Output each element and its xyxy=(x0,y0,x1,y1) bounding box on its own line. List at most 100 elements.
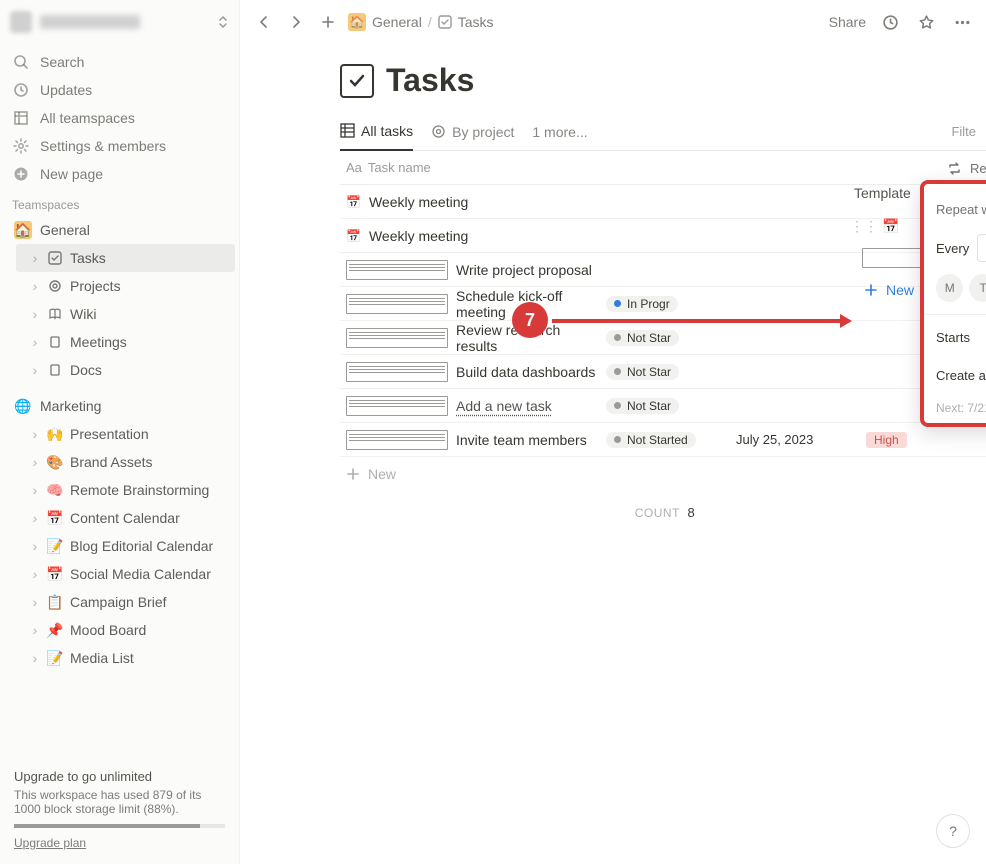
breadcrumb-general[interactable]: General xyxy=(372,14,422,30)
filter-button[interactable]: Filte xyxy=(951,124,976,139)
clock-icon[interactable] xyxy=(878,10,902,34)
upgrade-title: Upgrade to go unlimited xyxy=(14,769,225,784)
page-presentation[interactable]: › 🙌 Presentation xyxy=(16,420,235,448)
page-social_media[interactable]: › 📅 Social Media Calendar xyxy=(16,560,235,588)
help-button[interactable]: ? xyxy=(936,814,970,848)
chevron-right-icon: › xyxy=(26,537,44,555)
sidebar-item-settings[interactable]: Settings & members xyxy=(0,132,239,160)
table-row[interactable]: Add a new taskNot Star xyxy=(340,389,986,423)
status-pill[interactable]: Not Started xyxy=(606,432,696,448)
chevron-right-icon: › xyxy=(26,565,44,583)
task-name: Weekly meeting xyxy=(369,228,468,244)
teamspaces-heading: Teamspaces xyxy=(0,192,239,216)
tab-by-project[interactable]: By project xyxy=(431,113,514,151)
tab-more[interactable]: 1 more... xyxy=(532,113,587,151)
page-remote_brainstorming[interactable]: › 🧠 Remote Brainstorming xyxy=(16,476,235,504)
page-icon xyxy=(346,328,448,348)
page-blog_editorial[interactable]: › 📝 Blog Editorial Calendar xyxy=(16,532,235,560)
chevron-right-icon: › xyxy=(26,277,44,295)
task-name: Weekly meeting xyxy=(369,194,468,210)
tree-label: Mood Board xyxy=(70,622,146,638)
status-pill[interactable]: Not Star xyxy=(606,398,679,414)
page-title: Tasks xyxy=(386,62,474,99)
chevron-right-icon: › xyxy=(26,621,44,639)
workspace-switcher[interactable] xyxy=(0,0,239,44)
upgrade-plan-link[interactable]: Upgrade plan xyxy=(14,836,86,850)
more-icon[interactable] xyxy=(950,10,974,34)
page-content_calendar[interactable]: › 📅 Content Calendar xyxy=(16,504,235,532)
forward-button[interactable] xyxy=(284,10,308,34)
tree-label: Projects xyxy=(70,278,121,294)
page-brand_assets[interactable]: › 🎨 Brand Assets xyxy=(16,448,235,476)
weekday-1[interactable]: T xyxy=(969,274,986,302)
target-icon xyxy=(46,277,64,295)
chevron-right-icon: › xyxy=(26,509,44,527)
next-occurrence: Next: 7/21/2023, 12:00 AM xyxy=(936,401,986,415)
page-mood_board[interactable]: › 📌 Mood Board xyxy=(16,616,235,644)
page-campaign_brief[interactable]: › 📋 Campaign Brief xyxy=(16,588,235,616)
page-icon xyxy=(346,396,448,416)
tree-label: Campaign Brief xyxy=(70,594,167,610)
sidebar-item-search[interactable]: Search xyxy=(0,48,239,76)
repeat-header[interactable]: Repeat Off xyxy=(943,154,986,182)
search-icon xyxy=(12,53,30,71)
tab-all-tasks[interactable]: All tasks xyxy=(340,113,413,151)
chevron-right-icon: › xyxy=(26,453,44,471)
new-tab-button[interactable] xyxy=(316,10,340,34)
teamspace-marketing[interactable]: 🌐 Marketing xyxy=(4,392,235,420)
table-icon xyxy=(340,123,355,138)
tree-label: Presentation xyxy=(70,426,149,442)
home-icon: 🏠 xyxy=(14,221,32,239)
table-row[interactable]: Build data dashboardsNot Star xyxy=(340,355,986,389)
status-pill[interactable]: Not Star xyxy=(606,330,679,346)
starts-label: Starts xyxy=(936,330,970,345)
star-icon[interactable] xyxy=(914,10,938,34)
upgrade-body: This workspace has used 879 of its 1000 … xyxy=(14,788,225,816)
back-button[interactable] xyxy=(252,10,276,34)
breadcrumb-tasks[interactable]: Tasks xyxy=(458,14,494,30)
tree-label: Media List xyxy=(70,650,134,666)
sidebar-item-new-page[interactable]: New page xyxy=(0,160,239,188)
annotation-step-7: 7 xyxy=(512,302,548,338)
teamspace-general[interactable]: 🏠 General xyxy=(4,216,235,244)
tree-label: Social Media Calendar xyxy=(70,566,211,582)
sidebar-item-all-teamspaces[interactable]: All teamspaces xyxy=(0,104,239,132)
chevron-right-icon: › xyxy=(26,481,44,499)
page-projects[interactable]: › Projects xyxy=(16,272,235,300)
every-input[interactable] xyxy=(977,234,986,262)
database-tabs: All tasks By project 1 more... Filte xyxy=(340,113,986,151)
topbar: 🏠 General / Tasks Share xyxy=(240,0,986,44)
emoji-icon: 📅 xyxy=(46,565,64,583)
home-icon: 🏠 xyxy=(348,13,366,31)
create-at-label: Create at xyxy=(936,368,986,383)
drag-handle-icon[interactable]: ⋮⋮ xyxy=(854,218,874,235)
page-media_list[interactable]: › 📝 Media List xyxy=(16,644,235,672)
sidebar-item-updates[interactable]: Updates xyxy=(0,76,239,104)
sidebar-label: Search xyxy=(40,54,84,70)
table-row[interactable]: Invite team membersNot StartedJuly 25, 2… xyxy=(340,423,986,457)
weekday-0[interactable]: M xyxy=(936,274,963,302)
clock-icon xyxy=(12,81,30,99)
col-task-name[interactable]: Aa Task name xyxy=(340,160,600,175)
status-pill[interactable]: Not Star xyxy=(606,364,679,380)
status-pill[interactable]: In Progr xyxy=(606,296,678,312)
repeat-icon xyxy=(947,161,962,176)
doc-icon xyxy=(46,361,64,379)
tree-label: Marketing xyxy=(40,398,101,414)
page-docs[interactable]: › Docs xyxy=(16,356,235,384)
tab-label: By project xyxy=(452,124,514,140)
page-tasks[interactable]: › Tasks xyxy=(16,244,235,272)
chevron-right-icon: › xyxy=(26,425,44,443)
page-wiki[interactable]: › Wiki xyxy=(16,300,235,328)
text-prop-icon: Aa xyxy=(346,160,362,175)
emoji-icon: 📝 xyxy=(46,537,64,555)
storage-progress xyxy=(14,824,225,828)
page-icon xyxy=(346,430,448,450)
chevron-right-icon: › xyxy=(26,649,44,667)
new-row[interactable]: New xyxy=(340,457,986,491)
repeat-mode-selector[interactable]: Repeat weekly ⌄ xyxy=(936,202,986,218)
share-button[interactable]: Share xyxy=(829,14,866,30)
task-name: Write project proposal xyxy=(456,262,592,278)
page-meetings[interactable]: › Meetings xyxy=(16,328,235,356)
priority-pill[interactable]: High xyxy=(866,432,907,448)
